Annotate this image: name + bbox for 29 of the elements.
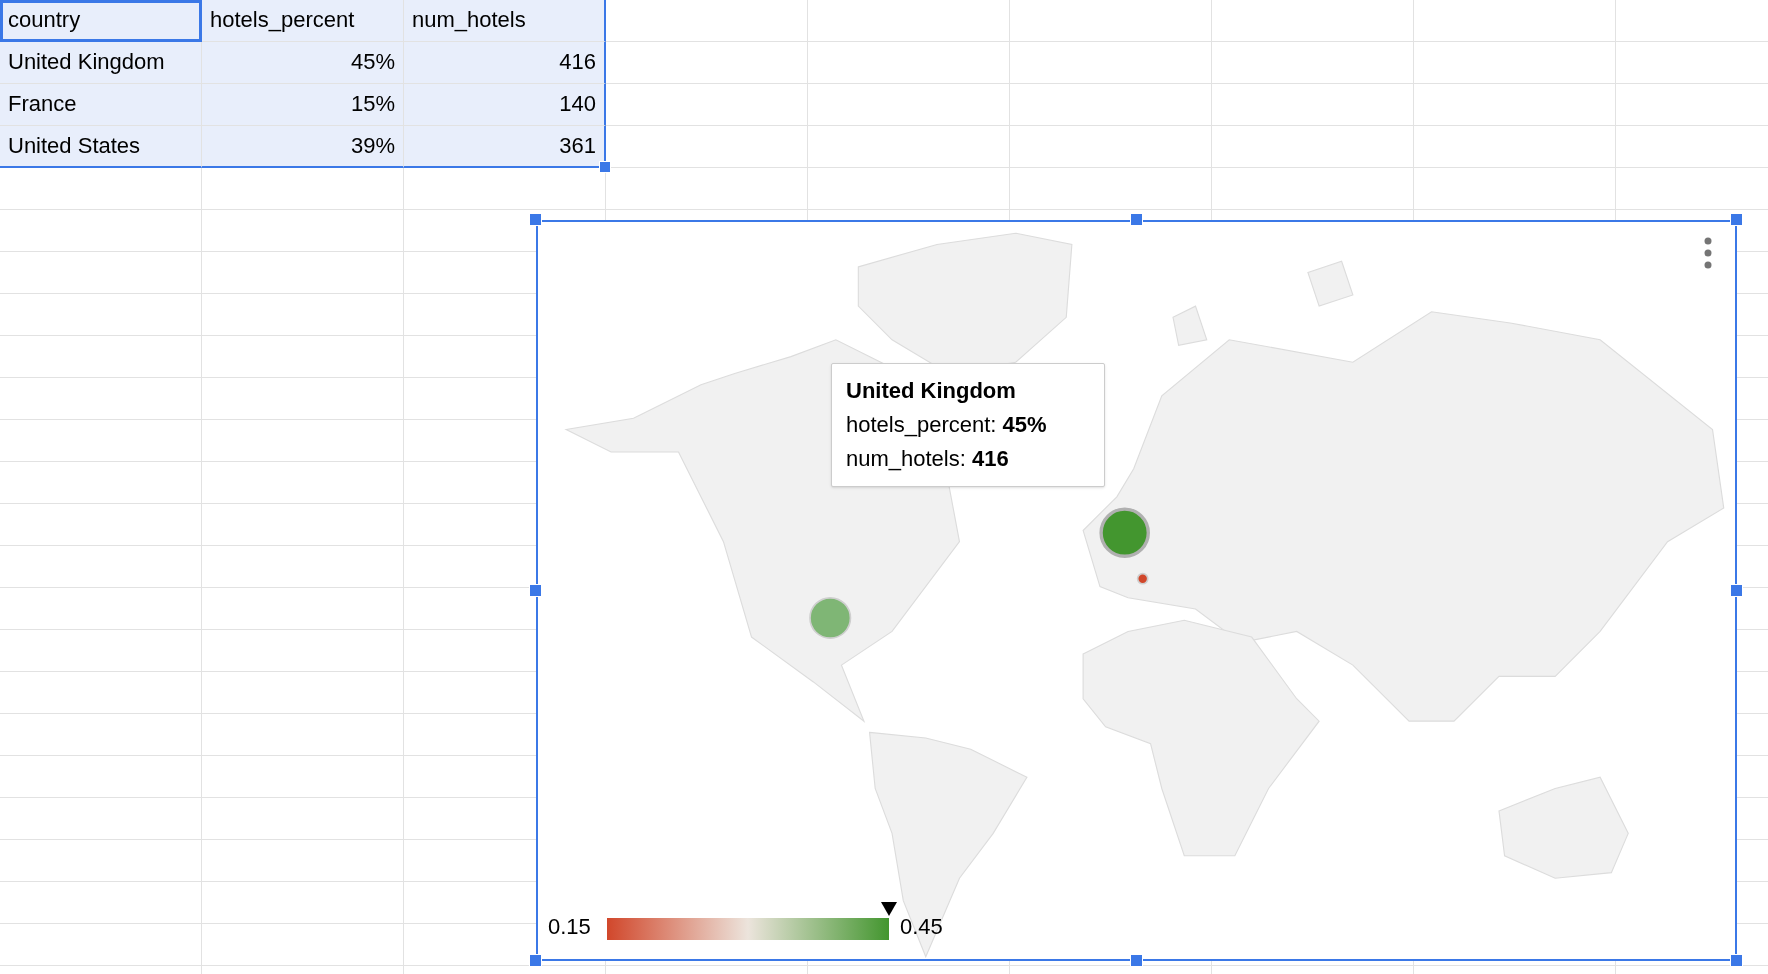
resize-handle[interactable] bbox=[1129, 954, 1143, 967]
more-options-icon[interactable] bbox=[1703, 236, 1713, 270]
tooltip-line: num_hotels: 416 bbox=[846, 445, 1010, 473]
resize-handle[interactable] bbox=[529, 954, 542, 967]
legend-min-label: 0.15 bbox=[548, 913, 591, 941]
resize-handle[interactable] bbox=[1730, 954, 1743, 967]
table-cell[interactable]: 361 bbox=[404, 126, 606, 168]
table-cell[interactable]: France bbox=[0, 84, 202, 126]
column-header[interactable]: country bbox=[0, 0, 202, 42]
resize-handle[interactable] bbox=[529, 583, 542, 597]
legend-max-label: 0.45 bbox=[900, 913, 943, 941]
table-cell[interactable]: 416 bbox=[404, 42, 606, 84]
column-header[interactable]: num_hotels bbox=[404, 0, 606, 42]
table-cell[interactable]: 140 bbox=[404, 84, 606, 126]
table-cell[interactable]: United States bbox=[0, 126, 202, 168]
tooltip-title: United Kingdom bbox=[846, 377, 1017, 405]
chart-frame[interactable]: United Kingdom hotels_percent: 45% num_hotels: 416 0.15 0.45 bbox=[536, 220, 1737, 961]
fill-handle[interactable] bbox=[599, 161, 611, 173]
table-cell[interactable]: 45% bbox=[202, 42, 404, 84]
table-cell[interactable]: 15% bbox=[202, 84, 404, 126]
resize-handle[interactable] bbox=[1730, 583, 1743, 597]
tooltip-line: hotels_percent: 45% bbox=[846, 411, 1048, 439]
column-header[interactable]: hotels_percent bbox=[202, 0, 404, 42]
resize-handle[interactable] bbox=[1129, 213, 1143, 226]
data-bubble[interactable] bbox=[1136, 572, 1149, 585]
table-cell[interactable]: 39% bbox=[202, 126, 404, 168]
resize-handle[interactable] bbox=[1730, 213, 1743, 226]
resize-handle[interactable] bbox=[529, 213, 542, 226]
table-cell[interactable]: United Kingdom bbox=[0, 42, 202, 84]
